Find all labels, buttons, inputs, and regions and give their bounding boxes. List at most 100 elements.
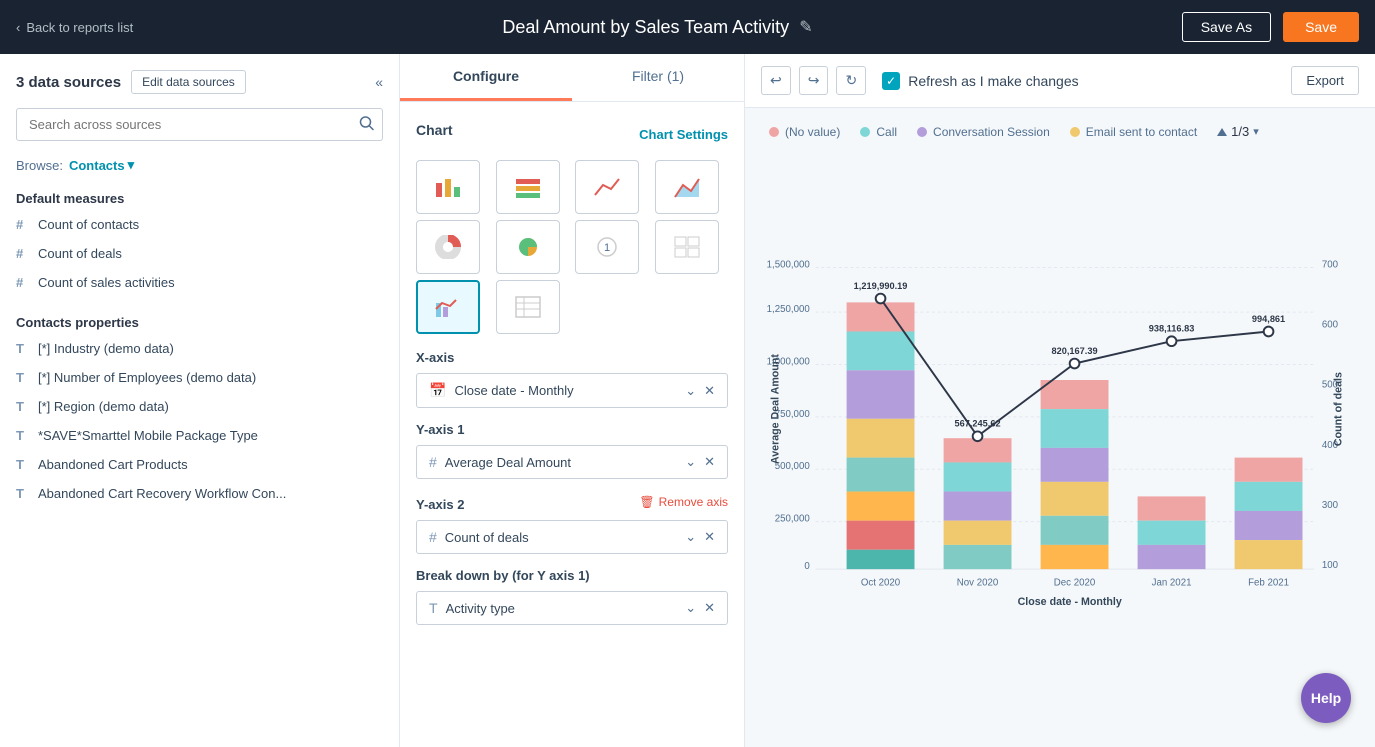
chart-type-button-9[interactable] [496, 280, 560, 334]
pagination-row: 1/3 ▾ [1217, 124, 1259, 139]
legend-label-call: Call [876, 125, 897, 139]
refresh-icon-button[interactable]: ↻ [836, 66, 866, 95]
legend-dot-conversation [917, 127, 927, 137]
export-button[interactable]: Export [1291, 66, 1359, 95]
item-prefix: T [16, 486, 28, 501]
breakdown-chevron-icon: ⌄ [685, 600, 696, 616]
checkbox-checked-icon[interactable]: ✓ [882, 72, 900, 90]
combo-chart-svg: 1,500,000 1,250,000 1,000,000 750,000 50… [769, 155, 1351, 702]
chart-icons-header: Chart Chart Settings [416, 118, 728, 150]
chart-type-button-8[interactable] [416, 280, 480, 334]
chart-type-button-1[interactable] [496, 160, 560, 214]
tab-configure[interactable]: Configure [400, 54, 572, 101]
breakdown-select[interactable]: T Activity type ⌄ ✕ [416, 591, 728, 625]
svg-text:1,250,000: 1,250,000 [767, 304, 811, 315]
remove-axis-button[interactable]: 🗑 Remove axis [639, 495, 728, 509]
item-prefix: T [16, 370, 28, 385]
svg-text:Nov 2020: Nov 2020 [957, 578, 999, 589]
contacts-properties-title: Contacts properties [8, 307, 391, 334]
search-input[interactable] [16, 108, 383, 141]
sidebar-item[interactable]: T[*] Industry (demo data) [8, 334, 391, 363]
legend-conversation: Conversation Session [917, 125, 1050, 139]
chart-type-button-5[interactable] [496, 220, 560, 274]
search-button[interactable] [359, 115, 375, 134]
item-prefix: # [16, 275, 28, 290]
svg-text:250,000: 250,000 [775, 514, 811, 525]
svg-text:Average Deal Amount: Average Deal Amount [770, 354, 782, 464]
browse-contacts-dropdown[interactable]: Contacts ▾ [69, 157, 134, 173]
breakdown-value: Activity type [446, 601, 515, 616]
chart-settings-link[interactable]: Chart Settings [639, 127, 728, 142]
redo-button[interactable]: ↪ [799, 66, 829, 95]
save-as-button[interactable]: Save As [1182, 12, 1271, 42]
yaxis2-clear-icon[interactable]: ✕ [704, 529, 715, 545]
xaxis-clear-icon[interactable]: ✕ [704, 383, 715, 399]
sidebar-item[interactable]: T*SAVE*Smarttel Mobile Package Type [8, 421, 391, 450]
xaxis-label: X-axis [416, 350, 728, 365]
svg-text:1: 1 [604, 242, 610, 254]
breakdown-clear-icon[interactable]: ✕ [704, 600, 715, 616]
yaxis1-clear-icon[interactable]: ✕ [704, 454, 715, 470]
yaxis1-value: Average Deal Amount [445, 455, 571, 470]
tab-filter[interactable]: Filter (1) [572, 54, 744, 101]
sidebar-item[interactable]: TAbandoned Cart Recovery Workflow Con... [8, 479, 391, 508]
legend-label-conversation: Conversation Session [933, 125, 1050, 139]
back-link[interactable]: ‹ Back to reports list [16, 20, 133, 35]
refresh-checkbox: ✓ Refresh as I make changes [882, 72, 1078, 90]
chart-type-button-3[interactable] [655, 160, 719, 214]
sidebar-item-label: [*] Region (demo data) [38, 399, 169, 414]
legend-email: Email sent to contact [1070, 125, 1197, 139]
yaxis2-row-header: Y-axis 2 🗑 Remove axis [416, 483, 728, 520]
main-layout: 3 data sources Edit data sources « Brows… [0, 54, 1375, 747]
help-button[interactable]: Help [1301, 673, 1351, 723]
page-triangle-icon [1217, 128, 1227, 136]
data-sources-label: 3 data sources [16, 74, 121, 91]
browse-row: Browse: Contacts ▾ [0, 153, 399, 183]
properties-list: T[*] Industry (demo data)T[*] Number of … [8, 334, 391, 508]
yaxis2-select[interactable]: # Count of deals ⌄ ✕ [416, 520, 728, 554]
sidebar-item[interactable]: #Count of deals [8, 239, 391, 268]
edit-data-sources-button[interactable]: Edit data sources [131, 70, 246, 94]
chart-type-button-7[interactable] [655, 220, 719, 274]
sidebar-item-label: Count of deals [38, 246, 122, 261]
legend-no-value: (No value) [769, 125, 840, 139]
measures-list: #Count of contacts#Count of deals#Count … [8, 210, 391, 297]
svg-text:Count of deals: Count of deals [1332, 372, 1344, 446]
svg-text:100: 100 [1322, 560, 1339, 571]
remove-axis-label: Remove axis [659, 495, 728, 509]
sidebar-item[interactable]: T[*] Number of Employees (demo data) [8, 363, 391, 392]
chart-type-button-2[interactable] [575, 160, 639, 214]
sidebar-item-label: [*] Industry (demo data) [38, 341, 174, 356]
xaxis-select[interactable]: 📅 Close date - Monthly ⌄ ✕ [416, 373, 728, 408]
undo-button[interactable]: ↩ [761, 66, 791, 95]
collapse-icon[interactable]: « [375, 74, 383, 90]
svg-text:Oct 2020: Oct 2020 [861, 578, 901, 589]
edit-title-icon[interactable]: ✎ [799, 17, 812, 37]
sidebar-item[interactable]: TAbandoned Cart Products [8, 450, 391, 479]
svg-text:820,167.39: 820,167.39 [1052, 346, 1098, 356]
svg-text:1,500,000: 1,500,000 [767, 259, 811, 270]
configure-panel: Configure Filter (1) Chart Chart Setting… [400, 54, 745, 747]
left-sidebar: 3 data sources Edit data sources « Brows… [0, 54, 400, 747]
chart-type-button-6[interactable]: 1 [575, 220, 639, 274]
trash-icon: 🗑 [639, 495, 654, 509]
chart-svg-wrapper: 1,500,000 1,250,000 1,000,000 750,000 50… [769, 155, 1351, 702]
svg-text:Feb 2021: Feb 2021 [1248, 578, 1289, 589]
yaxis2-value: Count of deals [445, 530, 529, 545]
yaxis1-select[interactable]: # Average Deal Amount ⌄ ✕ [416, 445, 728, 479]
save-button[interactable]: Save [1283, 12, 1359, 42]
chart-type-button-4[interactable] [416, 220, 480, 274]
sidebar-item[interactable]: T[*] Region (demo data) [8, 392, 391, 421]
sidebar-item[interactable]: #Count of sales activities [8, 268, 391, 297]
app-header: ‹ Back to reports list Deal Amount by Sa… [0, 0, 1375, 54]
xaxis-controls: ⌄ ✕ [685, 383, 715, 399]
legend-call: Call [860, 125, 897, 139]
sidebar-header: 3 data sources Edit data sources « [0, 54, 399, 104]
sidebar-item[interactable]: #Count of contacts [8, 210, 391, 239]
xaxis-chevron-icon: ⌄ [685, 383, 696, 399]
chart-area: (No value) Call Conversation Session Ema… [745, 108, 1375, 747]
yaxis2-controls: ⌄ ✕ [685, 529, 715, 545]
svg-text:1,219,990.19: 1,219,990.19 [854, 281, 908, 291]
chart-type-button-0[interactable] [416, 160, 480, 214]
svg-text:0: 0 [804, 561, 810, 572]
